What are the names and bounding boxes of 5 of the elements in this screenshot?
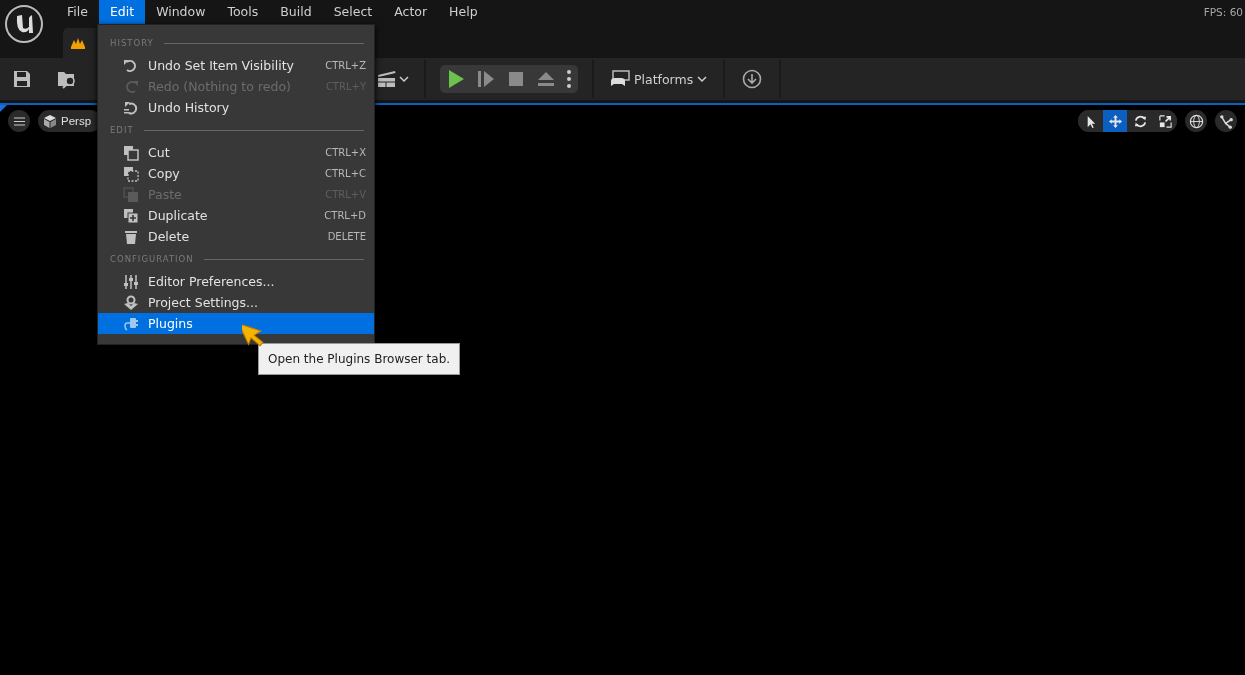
section-header: HISTORY (110, 38, 154, 48)
section-header: EDIT (110, 125, 134, 135)
fps-counter: FPS: 60 (1203, 6, 1244, 18)
section-header: CONFIGURATION (110, 254, 194, 264)
tooltip: Open the Plugins Browser tab. (258, 343, 461, 375)
